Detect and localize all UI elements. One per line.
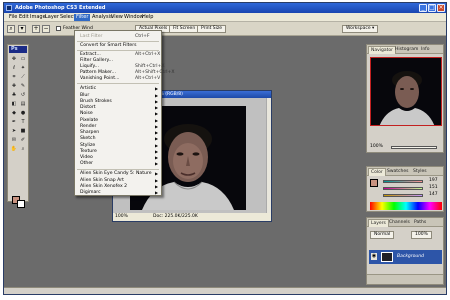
color-fg-swatch[interactable] bbox=[370, 179, 378, 187]
green-slider[interactable] bbox=[383, 187, 423, 190]
options-bar: ⌕ ▾ + − Feather Wind Actual Pixels Fit S… bbox=[4, 22, 446, 36]
brush-tool-icon[interactable]: ✎ bbox=[19, 83, 27, 90]
app-icon bbox=[6, 5, 12, 11]
submenu-artistic[interactable]: Artistic bbox=[80, 86, 96, 92]
submenu-arrow-icon: ▶ bbox=[155, 171, 159, 176]
eye-icon[interactable]: ◉ bbox=[371, 253, 377, 260]
zoom-tool-box-icon[interactable]: ⌕ bbox=[19, 146, 27, 153]
blue-value[interactable]: 147 bbox=[429, 192, 438, 198]
navigator-zoom-slider[interactable] bbox=[391, 146, 437, 149]
submenu-arrow-icon: ▶ bbox=[155, 136, 159, 141]
document-status-bar: 100% Doc: 225.0K/225.0K bbox=[113, 213, 271, 221]
navigator-preview-image bbox=[371, 58, 441, 125]
window-title: Adobe Photoshop CS3 Extended bbox=[15, 5, 106, 11]
magic-wand-icon[interactable]: ✦ bbox=[19, 65, 27, 72]
tab-layers[interactable]: Layers bbox=[368, 219, 389, 227]
navigator-zoom[interactable]: 100% bbox=[370, 144, 383, 150]
green-value[interactable]: 151 bbox=[429, 185, 438, 191]
submenu-digimarc[interactable]: Digimarc bbox=[80, 190, 101, 196]
menu-filter[interactable]: Filter bbox=[74, 14, 91, 21]
color-ramp[interactable] bbox=[370, 202, 442, 210]
notes-tool-icon[interactable]: ✉ bbox=[10, 137, 18, 144]
menu-bar: File Edit Image Layer Select Filter Anal… bbox=[4, 13, 446, 22]
tab-swatches[interactable]: Swatches bbox=[385, 168, 411, 176]
dodge-tool-icon[interactable]: ● bbox=[19, 110, 27, 117]
tab-histogram[interactable]: Histogram bbox=[393, 46, 420, 54]
red-value[interactable]: 197 bbox=[429, 178, 438, 184]
background-color-swatch[interactable] bbox=[17, 200, 25, 208]
layers-panel: Layers Channels Paths Normal 100% ◉ Back… bbox=[366, 217, 444, 285]
pen-tool-icon[interactable]: ✒ bbox=[10, 119, 18, 126]
vertical-scrollbar[interactable] bbox=[266, 98, 271, 213]
print-size-button[interactable]: Print Size bbox=[197, 25, 227, 33]
tab-info[interactable]: Info bbox=[419, 46, 432, 54]
tab-color[interactable]: Color bbox=[368, 168, 386, 176]
opacity-field[interactable]: 100% bbox=[411, 231, 432, 239]
zoom-in-icon[interactable]: + bbox=[32, 25, 40, 33]
history-brush-icon[interactable]: ↺ bbox=[19, 92, 27, 99]
tool-preset-icon[interactable]: ▾ bbox=[18, 25, 26, 33]
ps-logo: Ps bbox=[9, 46, 27, 53]
blend-mode-select[interactable]: Normal bbox=[370, 231, 395, 239]
convert-smart-filters-item[interactable]: Convert for Smart Filters bbox=[80, 43, 137, 49]
workspace-button[interactable]: Workspace ▾ bbox=[342, 25, 379, 33]
type-tool-icon[interactable]: T bbox=[19, 119, 27, 126]
minimize-icon[interactable]: _ bbox=[419, 4, 427, 12]
submenu-arrow-icon: ▶ bbox=[155, 111, 159, 116]
stamp-tool-icon[interactable]: ♣ bbox=[10, 92, 18, 99]
submenu-arrow-icon: ▶ bbox=[155, 190, 159, 195]
title-bar: Adobe Photoshop CS3 Extended _ □ × bbox=[4, 3, 446, 13]
red-slider[interactable] bbox=[383, 180, 423, 183]
close-icon[interactable]: × bbox=[437, 4, 445, 12]
bottom-bar bbox=[4, 287, 446, 294]
toolbox: Ps ✥ ▭ ℓ ✦ ⌗ ⟋ ✚ ✎ ♣ ↺ ◧ ▤ ◆ ● ✒ T ➤ ■ ✉… bbox=[7, 44, 29, 208]
fit-screen-button[interactable]: Fit Screen bbox=[169, 25, 200, 33]
submenu-other[interactable]: Other bbox=[80, 161, 93, 167]
lasso-tool-icon[interactable]: ℓ bbox=[10, 65, 18, 72]
zoom-level[interactable]: 100% bbox=[115, 213, 128, 221]
filter-menu: Last Filter Ctrl+F Convert for Smart Filt… bbox=[74, 30, 175, 196]
navigator-thumbnail[interactable] bbox=[370, 57, 442, 126]
layer-name: Background bbox=[397, 254, 424, 259]
tab-paths[interactable]: Paths bbox=[412, 219, 428, 227]
menu-help[interactable]: Help bbox=[140, 14, 155, 21]
path-select-icon[interactable]: ➤ bbox=[10, 128, 18, 135]
eyedropper-icon[interactable]: ✐ bbox=[19, 137, 27, 144]
submenu-arrow-icon: ▶ bbox=[155, 161, 159, 166]
navigator-panel: Navigator Histogram Info 100% bbox=[366, 44, 444, 153]
photoshop-window: Adobe Photoshop CS3 Extended _ □ × File … bbox=[3, 2, 447, 295]
blue-slider[interactable] bbox=[383, 194, 423, 197]
shape-tool-icon[interactable]: ■ bbox=[19, 128, 27, 135]
gradient-tool-icon[interactable]: ▤ bbox=[19, 101, 27, 108]
submenu-eye-candy[interactable]: Alien Skin Eye Candy 5: Nature bbox=[80, 171, 152, 177]
doc-size-text: Doc: 225.0K/225.0K bbox=[153, 214, 198, 219]
blur-tool-icon[interactable]: ◆ bbox=[10, 110, 18, 117]
eraser-tool-icon[interactable]: ◧ bbox=[10, 101, 18, 108]
tab-navigator[interactable]: Navigator bbox=[368, 46, 397, 54]
layer-row-background[interactable]: ◉ Background bbox=[369, 250, 442, 264]
zoom-tool-icon[interactable]: ⌕ bbox=[7, 25, 15, 33]
submenu-sketch[interactable]: Sketch bbox=[80, 136, 95, 142]
move-tool-icon[interactable]: ✥ bbox=[10, 56, 18, 63]
slice-tool-icon[interactable]: ⟋ bbox=[19, 74, 27, 81]
layer-thumbnail bbox=[381, 252, 393, 262]
tab-channels[interactable]: Channels bbox=[387, 219, 412, 227]
resize-windows-checkbox[interactable] bbox=[56, 26, 61, 31]
last-filter-item: Last Filter Ctrl+F bbox=[80, 34, 150, 39]
crop-tool-icon[interactable]: ⌗ bbox=[10, 74, 18, 81]
color-panel: Color Swatches Styles 197 151 147 bbox=[366, 166, 444, 212]
menu-item-vanishing-point[interactable]: Vanishing Point... Alt+Ctrl+V bbox=[80, 76, 160, 82]
maximize-icon[interactable]: □ bbox=[428, 4, 436, 12]
healing-brush-icon[interactable]: ✚ bbox=[10, 83, 18, 90]
layers-footer bbox=[367, 274, 443, 284]
zoom-out-icon[interactable]: − bbox=[42, 25, 50, 33]
hand-tool-icon[interactable]: ✋ bbox=[10, 146, 18, 153]
submenu-arrow-icon: ▶ bbox=[155, 86, 159, 91]
marquee-tool-icon[interactable]: ▭ bbox=[19, 56, 27, 63]
tab-styles[interactable]: Styles bbox=[411, 168, 429, 176]
submenu-noise[interactable]: Noise bbox=[80, 111, 93, 117]
